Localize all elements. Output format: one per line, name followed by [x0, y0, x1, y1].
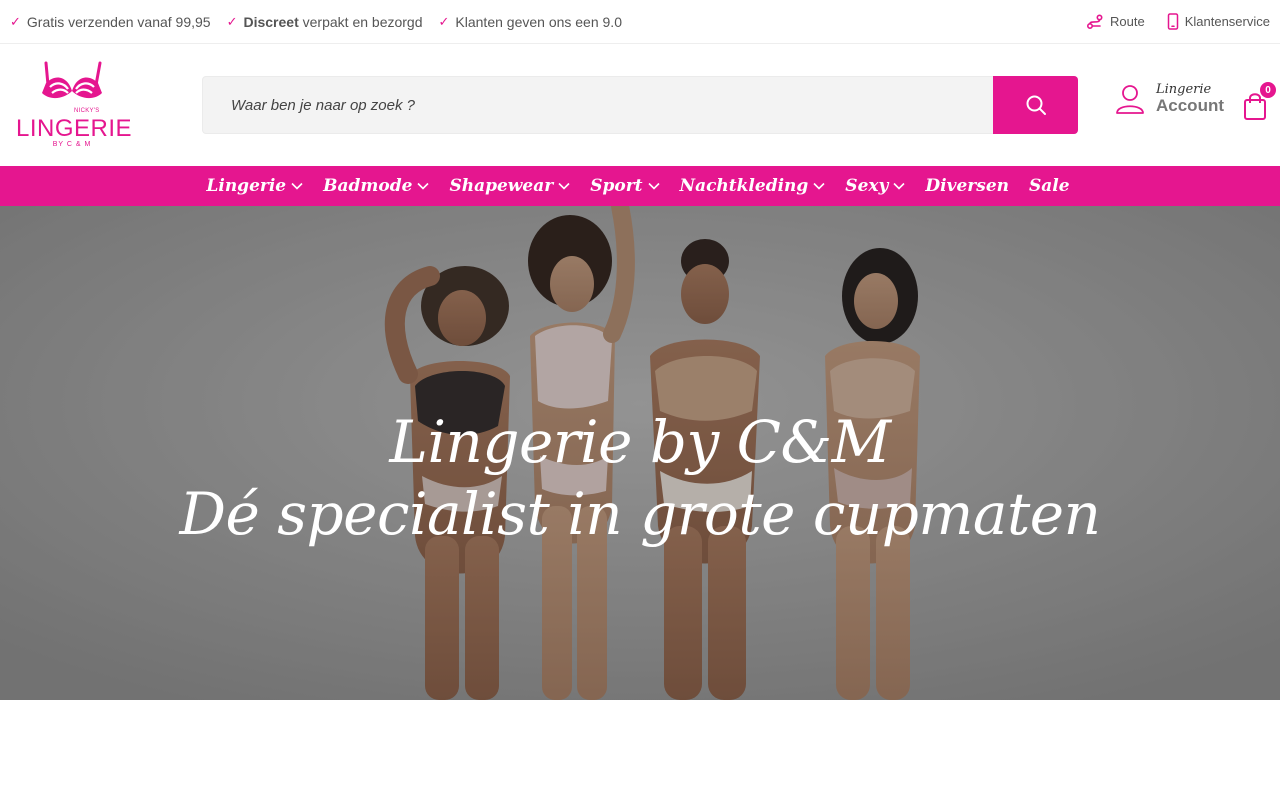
logo-small-text: NICKY'S: [74, 108, 100, 114]
chevron-down-icon: [291, 182, 303, 190]
cart-button[interactable]: 0: [1240, 82, 1276, 123]
nav-item-label: Nachtkleding: [679, 176, 809, 196]
chevron-down-icon: [417, 182, 430, 190]
nav-item-shapewear[interactable]: Shapewear: [449, 176, 570, 196]
chevron-down-icon: [558, 182, 570, 190]
nav-item-diversen[interactable]: Diversen: [925, 176, 1009, 196]
usp-bar: ✓ Gratis verzenden vanaf 99,95 ✓ Discree…: [0, 0, 1280, 44]
nav-item-label: Sexy: [845, 176, 889, 196]
route-link[interactable]: Route: [1086, 13, 1145, 31]
search-button[interactable]: [993, 75, 1078, 134]
check-icon: ✓: [438, 13, 450, 29]
usp-text: Gratis verzenden vanaf 99,95: [26, 13, 211, 30]
hero-title: Lingerie by C&M: [389, 408, 891, 476]
route-label: Route: [1110, 14, 1145, 29]
site-header: NICKY'S LINGERIE BY C & M Lingerie Accou…: [0, 45, 1280, 166]
usp-bold-text: Discreet: [243, 13, 299, 30]
nav-item-lingerie[interactable]: Lingerie: [206, 176, 303, 196]
nav-item-label: Shapewear: [449, 176, 554, 196]
search-icon: [1026, 95, 1046, 115]
customer-service-link[interactable]: Klantenservice: [1167, 13, 1270, 30]
hero-subtitle: Dé specialist in grote cupmaten: [179, 480, 1101, 548]
nav-item-nachtkleding[interactable]: Nachtkleding: [680, 176, 826, 196]
chevron-down-icon: [893, 182, 905, 190]
usp-text: verpakt en bezorgd: [298, 13, 423, 30]
nav-item-sale[interactable]: Sale: [1029, 176, 1070, 196]
logo-title: LINGERIE: [16, 115, 133, 142]
logo[interactable]: NICKY'S LINGERIE BY C & M: [16, 59, 133, 151]
logo-byline: BY C & M: [52, 141, 92, 148]
route-icon: [1087, 13, 1103, 29]
check-icon: ✓: [10, 13, 21, 29]
nav-item-label: Badmode: [323, 176, 413, 196]
usp-text: Klanten geven ons een 9.0: [455, 13, 622, 30]
phone-icon: [1167, 13, 1178, 30]
nav-item-label: Sport: [590, 176, 643, 196]
nav-item-badmode[interactable]: Badmode: [323, 176, 430, 196]
account-label: Account: [1156, 96, 1224, 116]
user-icon: [1116, 85, 1144, 115]
usp-item-free-shipping: ✓ Gratis verzenden vanaf 99,95: [10, 14, 211, 30]
top-links: Route Klantenservice: [1086, 13, 1270, 31]
nav-item-label: Lingerie: [206, 176, 287, 196]
account-small-label: Lingerie: [1156, 82, 1212, 97]
search-input[interactable]: [203, 77, 993, 133]
hero-banner[interactable]: Lingerie by C&M Dé specialist in grote c…: [0, 206, 1280, 700]
hero-heading: Lingerie by C&M Dé specialist in grote c…: [0, 406, 1280, 550]
nav-item-sexy[interactable]: Sexy: [845, 176, 905, 196]
search-bar: [202, 75, 1078, 134]
usp-list: ✓ Gratis verzenden vanaf 99,95 ✓ Discree…: [10, 14, 622, 30]
nav-item-label: Sale: [1029, 176, 1070, 196]
main-nav: Lingerie Badmode Shapewear Sport Nachtkl…: [0, 166, 1280, 206]
content-area: [0, 700, 1280, 800]
chevron-down-icon: [813, 182, 825, 190]
bra-logo-icon: [42, 61, 102, 99]
nav-item-sport[interactable]: Sport: [590, 176, 660, 196]
check-icon: ✓: [226, 13, 238, 29]
usp-item-discreet: ✓ Discreet verpakt en bezorgd: [227, 14, 423, 30]
nav-item-label: Diversen: [925, 176, 1010, 196]
account-link[interactable]: Lingerie Account: [1114, 82, 1224, 116]
chevron-down-icon: [647, 182, 660, 190]
cart-count-badge: 0: [1260, 82, 1276, 98]
usp-item-rating: ✓ Klanten geven ons een 9.0: [439, 14, 622, 30]
customer-service-label: Klantenservice: [1184, 14, 1270, 29]
